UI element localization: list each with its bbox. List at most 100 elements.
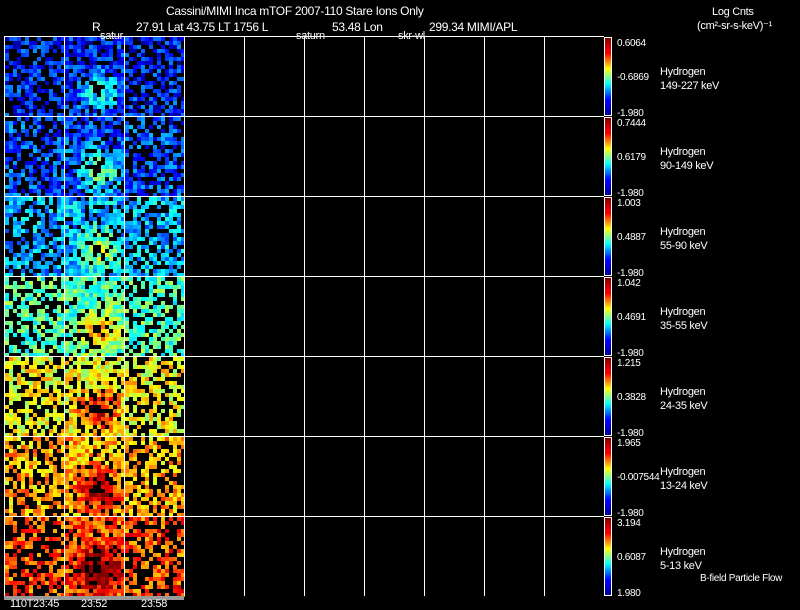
heatmap-image bbox=[65, 37, 125, 117]
image-cell-r3-c4 bbox=[184, 196, 244, 276]
panel-species-label: Hydrogen bbox=[660, 546, 706, 558]
time-label: 110T23:45 bbox=[10, 598, 60, 610]
panel-energy-label: 90-149 keV bbox=[660, 160, 714, 172]
heatmap-image bbox=[5, 437, 65, 517]
image-cell-r1-c8 bbox=[424, 36, 484, 116]
colorbar bbox=[604, 517, 612, 596]
colorbar bbox=[604, 277, 612, 356]
image-cell-r7-c4 bbox=[184, 516, 244, 596]
image-cell-r3-c1 bbox=[4, 196, 65, 277]
colorbar-max-label: 1.042 bbox=[617, 278, 641, 289]
image-cell-r4-c6 bbox=[304, 276, 364, 356]
heatmap-image bbox=[5, 517, 65, 597]
image-cell-r6-c8 bbox=[424, 436, 484, 516]
time-label: 23:58 bbox=[141, 598, 168, 610]
image-cell-r4-c10 bbox=[544, 276, 604, 356]
colorbar-mid-label: 0.3828 bbox=[617, 392, 646, 403]
panel-species-label: Hydrogen bbox=[660, 306, 706, 318]
heatmap-image bbox=[65, 197, 125, 277]
panel-energy-label: 13-24 keV bbox=[660, 480, 708, 492]
image-cell-r1-c9 bbox=[484, 36, 544, 116]
image-cell-r4-c8 bbox=[424, 276, 484, 356]
image-cell-r3-c7 bbox=[364, 196, 424, 276]
image-cell-r7-c8 bbox=[424, 516, 484, 596]
image-cell-r3-c5 bbox=[244, 196, 304, 276]
image-cell-r2-c7 bbox=[364, 116, 424, 196]
panel-species-label: Hydrogen bbox=[660, 466, 706, 478]
heatmap-image bbox=[5, 117, 65, 197]
image-cell-r6-c2 bbox=[64, 436, 125, 517]
heatmap-image bbox=[125, 197, 185, 277]
units: (cm²-sr-s-keV)⁻¹ bbox=[697, 20, 772, 32]
image-cell-r5-c6 bbox=[304, 356, 364, 436]
image-cell-r4-c3 bbox=[124, 276, 185, 357]
colorbar bbox=[604, 37, 612, 116]
heatmap-image bbox=[5, 277, 65, 357]
lon-label: 53.48 Lon bbox=[332, 20, 383, 34]
image-cell-r6-c10 bbox=[544, 436, 604, 516]
colorbar-max-label: 3.194 bbox=[617, 518, 641, 529]
image-cell-r2-c1 bbox=[4, 116, 65, 197]
image-cell-r3-c3 bbox=[124, 196, 185, 277]
image-cell-r3-c9 bbox=[484, 196, 544, 276]
image-cell-r1-c7 bbox=[364, 36, 424, 116]
heatmap-image bbox=[65, 117, 125, 197]
image-cell-r1-c1 bbox=[4, 36, 65, 117]
colorbar bbox=[604, 437, 612, 516]
colorbar-max-label: 0.7444 bbox=[617, 118, 646, 129]
heatmap-image bbox=[125, 117, 185, 197]
colorbar-mid-label: -0.007544 bbox=[617, 472, 660, 483]
heatmap-image bbox=[5, 357, 65, 437]
image-cell-r3-c8 bbox=[424, 196, 484, 276]
image-cell-r5-c2 bbox=[64, 356, 125, 437]
image-cell-r2-c8 bbox=[424, 116, 484, 196]
colorbar bbox=[604, 357, 612, 436]
heatmap-image bbox=[65, 357, 125, 437]
image-cell-r5-c5 bbox=[244, 356, 304, 436]
panel-species-label: Hydrogen bbox=[660, 226, 706, 238]
image-cell-r7-c5 bbox=[244, 516, 304, 596]
image-cell-r4-c9 bbox=[484, 276, 544, 356]
image-cell-r3-c2 bbox=[64, 196, 125, 277]
image-cell-r5-c8 bbox=[424, 356, 484, 436]
image-cell-r7-c2 bbox=[64, 516, 125, 597]
image-cell-r6-c9 bbox=[484, 436, 544, 516]
legend-bfield-flow: B-field Particle Flow bbox=[700, 573, 783, 584]
panel-species-label: Hydrogen bbox=[660, 146, 706, 158]
image-cell-r2-c3 bbox=[124, 116, 185, 197]
image-cell-r5-c7 bbox=[364, 356, 424, 436]
colorbar bbox=[604, 197, 612, 276]
heatmap-image bbox=[125, 357, 185, 437]
colorbar-max-label: 0.6064 bbox=[617, 38, 646, 49]
colorbar bbox=[604, 117, 612, 196]
colorbar-max-label: 1.215 bbox=[617, 358, 641, 369]
heatmap-image bbox=[125, 277, 185, 357]
column-label-2: saturn bbox=[296, 30, 325, 42]
image-cell-r1-c3 bbox=[124, 36, 185, 117]
units-title: Log Cnts bbox=[712, 6, 754, 18]
heatmap-image bbox=[125, 517, 185, 597]
panel-energy-label: 35-55 keV bbox=[660, 320, 708, 332]
heatmap-image bbox=[65, 517, 125, 597]
image-cell-r7-c10 bbox=[544, 516, 604, 596]
image-cell-r5-c9 bbox=[484, 356, 544, 436]
image-cell-r5-c10 bbox=[544, 356, 604, 436]
image-cell-r4-c5 bbox=[244, 276, 304, 356]
image-cell-r1-c10 bbox=[544, 36, 604, 116]
panel-species-label: Hydrogen bbox=[660, 66, 706, 78]
image-cell-r7-c6 bbox=[304, 516, 364, 596]
colorbar-mid-label: -0.6869 bbox=[617, 72, 649, 83]
image-cell-r7-c1 bbox=[4, 516, 65, 597]
image-cell-r1-c5 bbox=[244, 36, 304, 116]
image-cell-r7-c7 bbox=[364, 516, 424, 596]
coords-readout: 27.91 Lat 43.75 LT 1756 L bbox=[136, 20, 269, 34]
image-cell-r4-c2 bbox=[64, 276, 125, 357]
image-cell-r5-c4 bbox=[184, 356, 244, 436]
column-label-3: skr-wl bbox=[398, 30, 425, 42]
colorbar-mid-label: 0.6179 bbox=[617, 152, 646, 163]
colorbar-max-label: 1.003 bbox=[617, 198, 641, 209]
image-cell-r6-c4 bbox=[184, 436, 244, 516]
image-cell-r6-c3 bbox=[124, 436, 185, 517]
image-cell-r5-c1 bbox=[4, 356, 65, 437]
image-cell-r2-c2 bbox=[64, 116, 125, 197]
